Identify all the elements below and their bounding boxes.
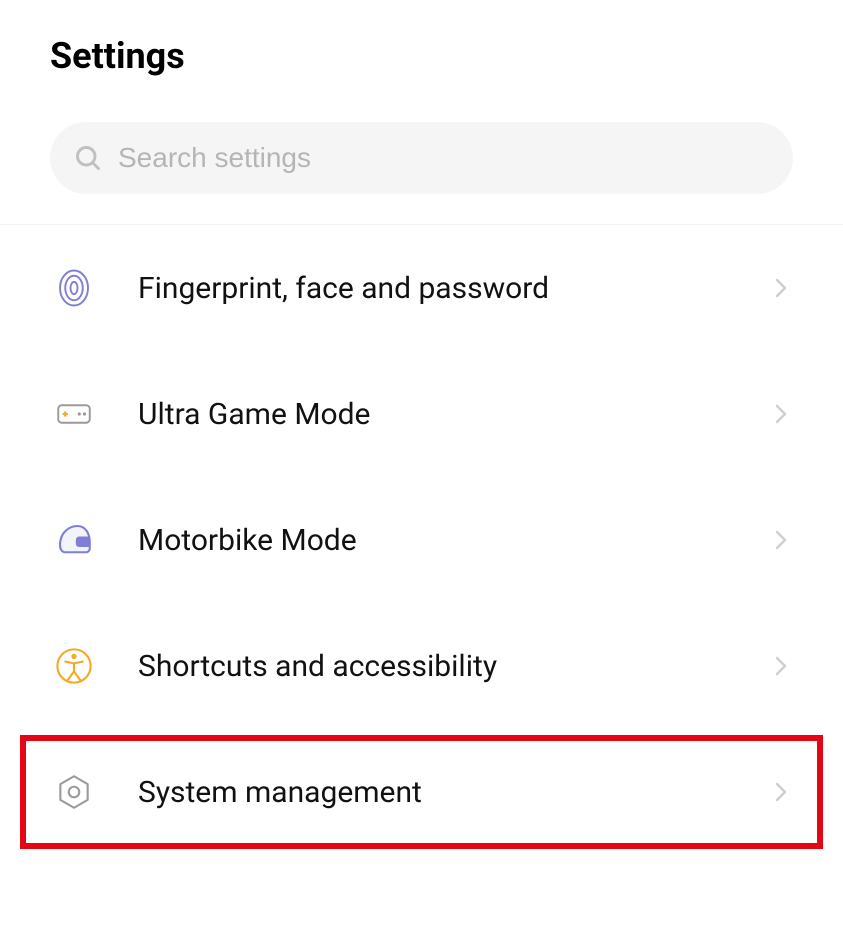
settings-item-label: Ultra Game Mode	[98, 397, 769, 432]
helmet-icon	[50, 516, 98, 564]
gamepad-icon	[50, 390, 98, 438]
search-wrap	[0, 102, 843, 224]
chevron-right-icon	[769, 654, 793, 678]
gear-icon	[50, 768, 98, 816]
fingerprint-icon	[50, 264, 98, 312]
page-title: Settings	[50, 35, 793, 77]
settings-item-fingerprint[interactable]: Fingerprint, face and password	[0, 225, 843, 351]
settings-item-accessibility[interactable]: Shortcuts and accessibility	[0, 603, 843, 729]
settings-item-label: System management	[98, 775, 769, 810]
settings-item-label: Fingerprint, face and password	[98, 271, 769, 306]
chevron-right-icon	[769, 276, 793, 300]
settings-item-game-mode[interactable]: Ultra Game Mode	[0, 351, 843, 477]
settings-item-label: Shortcuts and accessibility	[98, 649, 769, 684]
settings-list: Fingerprint, face and password Ultra Gam…	[0, 224, 843, 855]
chevron-right-icon	[769, 528, 793, 552]
search-icon	[74, 144, 102, 172]
chevron-right-icon	[769, 780, 793, 804]
settings-item-motorbike[interactable]: Motorbike Mode	[0, 477, 843, 603]
chevron-right-icon	[769, 402, 793, 426]
settings-item-system-management[interactable]: System management	[0, 729, 843, 855]
search-bar[interactable]	[50, 122, 793, 194]
page-header: Settings	[0, 0, 843, 102]
settings-item-label: Motorbike Mode	[98, 523, 769, 558]
search-input[interactable]	[118, 142, 769, 174]
accessibility-icon	[50, 642, 98, 690]
